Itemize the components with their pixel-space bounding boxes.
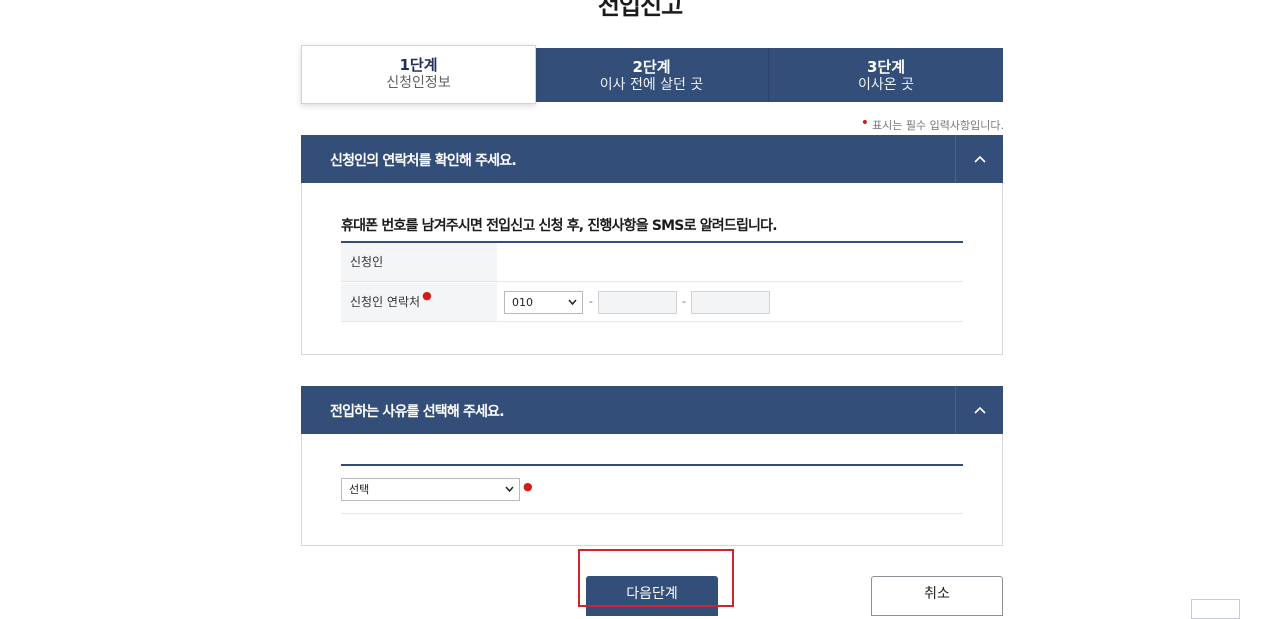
applicant-label: 신청인 — [341, 243, 497, 281]
phone-last-input[interactable] — [691, 291, 770, 314]
reason-panel: 전입하는 사유를 선택해 주세요. 선택 ● — [301, 386, 1003, 546]
reason-select-value: 선택 — [349, 483, 370, 496]
required-note-text: 표시는 필수 입력사항입니다. — [872, 119, 1004, 132]
applicant-row: 신청인 — [341, 243, 963, 282]
phone-label-cell: 신청인 연락처 ● — [341, 283, 497, 321]
contact-panel-header: 신청인의 연락처를 확인해 주세요. — [301, 135, 1003, 183]
chevron-down-icon — [505, 486, 514, 492]
cancel-button[interactable]: 취소 — [871, 576, 1003, 616]
phone-row: 신청인 연락처 ● 010 - - — [341, 283, 963, 322]
required-note: • 표시는 필수 입력사항입니다. — [861, 115, 1004, 133]
step-tab-3[interactable]: 3단계 이사온 곳 — [769, 48, 1003, 102]
reason-panel-title: 전입하는 사유를 선택해 주세요. — [330, 404, 505, 420]
reason-select[interactable]: 선택 — [341, 478, 520, 501]
step-description: 신청인정보 — [386, 75, 451, 91]
step-number: 3단계 — [866, 58, 906, 76]
chevron-down-icon — [568, 299, 577, 305]
step-tabs: 1단계 신청인정보 2단계 이사 전에 살던 곳 3단계 이사온 곳 — [301, 45, 1003, 104]
next-step-button[interactable]: 다음단계 — [586, 576, 718, 616]
phone-prefix-select[interactable]: 010 — [504, 291, 583, 314]
collapse-toggle-button[interactable] — [955, 386, 1003, 434]
scroll-top-button[interactable] — [1191, 599, 1240, 619]
page-title: 전입신고 — [597, 0, 683, 20]
contact-panel: 신청인의 연락처를 확인해 주세요. 휴대폰 번호를 남겨주시면 전입신고 신청… — [301, 135, 1003, 355]
collapse-toggle-button[interactable] — [955, 135, 1003, 183]
step-tab-2[interactable]: 2단계 이사 전에 살던 곳 — [535, 48, 769, 102]
required-dot-icon: • — [860, 115, 870, 131]
step-description: 이사 전에 살던 곳 — [599, 77, 704, 93]
step-tab-1[interactable]: 1단계 신청인정보 — [301, 45, 536, 104]
required-dot-icon: ● — [523, 480, 533, 493]
reason-row: 선택 ● — [341, 466, 963, 514]
chevron-up-icon — [973, 155, 986, 163]
contact-panel-title: 신청인의 연락처를 확인해 주세요. — [330, 153, 517, 169]
phone-separator: - — [589, 295, 593, 308]
contact-subtitle: 휴대폰 번호를 남겨주시면 전입신고 신청 후, 진행사항을 SMS로 알려드립… — [341, 218, 778, 234]
chevron-up-icon — [973, 406, 986, 414]
phone-separator: - — [682, 295, 686, 308]
step-number: 2단계 — [632, 58, 671, 76]
phone-prefix-value: 010 — [512, 296, 533, 309]
reason-panel-header: 전입하는 사유를 선택해 주세요. — [301, 386, 1003, 434]
step-description: 이사온 곳 — [858, 77, 914, 93]
required-dot-icon: ● — [422, 289, 432, 302]
phone-label: 신청인 연락처 — [350, 295, 421, 309]
phone-middle-input[interactable] — [598, 291, 677, 314]
step-number: 1단계 — [399, 56, 438, 74]
